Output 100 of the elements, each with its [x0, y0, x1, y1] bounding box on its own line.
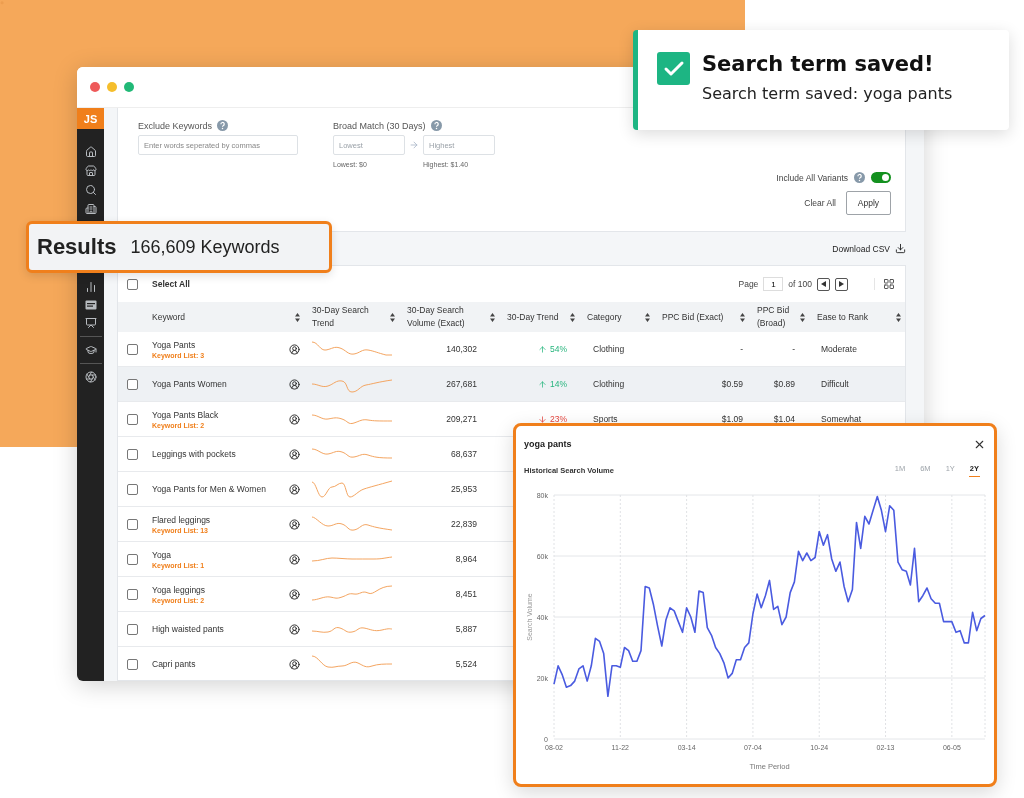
search-volume: 5,524 — [455, 659, 477, 669]
user-icon[interactable] — [289, 483, 300, 495]
help-icon[interactable] — [217, 120, 229, 131]
page-count: of 100 — [788, 279, 812, 289]
presentation-icon[interactable] — [84, 317, 97, 329]
sort-icon[interactable] — [800, 312, 805, 322]
sort-icon[interactable] — [645, 312, 650, 322]
search-volume: 68,637 — [451, 449, 477, 459]
user-icon[interactable] — [289, 448, 300, 460]
variants-toggle[interactable] — [871, 172, 891, 183]
previous-page-button[interactable] — [817, 277, 830, 291]
checkbox[interactable] — [127, 378, 138, 390]
search-volume: 25,953 — [451, 484, 477, 494]
user-icon[interactable] — [289, 553, 300, 565]
checkbox[interactable] — [127, 553, 138, 565]
checkbox[interactable] — [127, 588, 138, 600]
sort-icon[interactable] — [570, 312, 575, 322]
sort-icon[interactable] — [740, 312, 745, 322]
ppc-bid-broad: $1.04 — [773, 414, 795, 424]
sort-icon[interactable] — [295, 312, 300, 322]
column-header[interactable]: PPC Bid (Exact) — [662, 310, 724, 324]
page-field[interactable]: 1 — [763, 277, 784, 291]
results-title: Results — [37, 234, 117, 260]
keyword[interactable]: High waisted pants — [152, 624, 289, 634]
keyword[interactable]: Capri pants — [152, 659, 289, 669]
toast-message: Search term saved: yoga pants — [702, 84, 953, 103]
column-header[interactable]: PPC Bid (Broad) — [757, 304, 800, 330]
columns-icon[interactable] — [874, 278, 895, 290]
user-icon[interactable] — [289, 588, 300, 600]
search-volume: 22,839 — [451, 519, 477, 529]
user-icon[interactable] — [289, 518, 300, 530]
graduation-cap-icon[interactable] — [84, 344, 97, 356]
search-volume: 140,302 — [446, 344, 477, 354]
keyword[interactable]: Leggings with pockets — [152, 449, 289, 459]
sort-icon[interactable] — [390, 312, 395, 322]
search-volume: 209,271 — [446, 414, 477, 424]
column-header[interactable]: Category — [587, 310, 622, 324]
user-icon[interactable] — [289, 623, 300, 635]
user-icon[interactable] — [289, 413, 300, 425]
category: Sports — [593, 414, 618, 424]
toast-title: Search term saved! — [702, 52, 935, 76]
search-icon[interactable] — [84, 184, 97, 196]
user-icon[interactable] — [289, 343, 300, 355]
trend-percent: 54% — [550, 344, 567, 354]
home-icon[interactable] — [84, 146, 97, 158]
column-header[interactable]: 30-Day Trend — [507, 310, 559, 324]
search-volume: 5,887 — [455, 624, 477, 634]
next-page-button[interactable] — [835, 277, 848, 291]
keyword[interactable]: Yoga leggings — [152, 584, 289, 595]
search-volume: 8,964 — [455, 554, 477, 564]
sort-icon[interactable] — [896, 312, 901, 322]
column-header[interactable]: Keyword — [152, 310, 186, 324]
keyword-count: 166,609 Keywords — [130, 236, 280, 258]
maximize-dot[interactable] — [124, 82, 134, 92]
store-icon[interactable] — [84, 165, 97, 177]
checkbox[interactable] — [127, 518, 138, 530]
toggle-label: Include All Variants — [776, 172, 848, 183]
bar-chart-icon[interactable] — [84, 281, 97, 293]
checkbox[interactable] — [127, 413, 138, 425]
download-icon — [895, 243, 906, 254]
table-row[interactable]: Yoga Pants Women 267,681 14% Clothing $0.59 $0.89 Difficult — [118, 367, 905, 402]
keyword[interactable]: Yoga Pants Women — [152, 379, 289, 389]
keyword[interactable]: Flared leggings — [152, 514, 289, 525]
help-icon[interactable] — [854, 172, 865, 183]
download-csv-button[interactable]: Download CSV — [832, 243, 906, 254]
keyword[interactable]: Yoga Pants Black — [152, 409, 289, 420]
keyword[interactable]: Yoga Pants for Men & Women — [152, 484, 289, 494]
ease-to-rank: Somewhat — [821, 414, 862, 424]
clear-all-button[interactable]: Clear All — [804, 198, 836, 208]
select-all-label[interactable]: Select All — [152, 279, 725, 289]
ppc-bid-exact: $1.09 — [721, 414, 743, 424]
user-icon[interactable] — [289, 378, 300, 390]
keyword[interactable]: Yoga Pants — [152, 339, 289, 350]
column-header[interactable]: 30-Day Search Volume (Exact) — [407, 304, 487, 330]
column-header[interactable]: Ease to Rank — [817, 310, 869, 324]
ease-to-rank: Moderate — [821, 344, 857, 354]
user-icon[interactable] — [289, 658, 300, 670]
keyword[interactable]: Yoga — [152, 549, 289, 560]
help-icon[interactable] — [430, 120, 442, 131]
building-icon[interactable] — [84, 203, 97, 215]
apply-button[interactable]: Apply — [846, 191, 891, 215]
minimize-dot[interactable] — [107, 82, 117, 92]
checkbox[interactable] — [127, 483, 138, 495]
checkbox[interactable] — [127, 448, 138, 460]
checkbox[interactable] — [127, 658, 138, 670]
checkbox[interactable] — [127, 343, 138, 355]
field-label: Exclude Keywords — [138, 120, 213, 131]
ad-icon[interactable] — [84, 300, 97, 310]
ppc-bid-exact: $0.59 — [721, 379, 743, 389]
close-dot[interactable] — [90, 82, 100, 92]
popup-title: yoga pants — [524, 439, 572, 449]
aperture-icon[interactable] — [84, 371, 97, 383]
ppc-bid-exact: - — [740, 344, 743, 354]
checkbox[interactable] — [127, 623, 138, 635]
checkbox[interactable] — [127, 278, 138, 290]
field-label: Broad Match (30 Days) — [333, 120, 426, 131]
trend-percent: 14% — [550, 379, 567, 389]
column-header[interactable]: 30-Day Search Trend — [312, 304, 390, 330]
search-volume: 8,451 — [455, 589, 477, 599]
sort-icon[interactable] — [490, 312, 495, 322]
